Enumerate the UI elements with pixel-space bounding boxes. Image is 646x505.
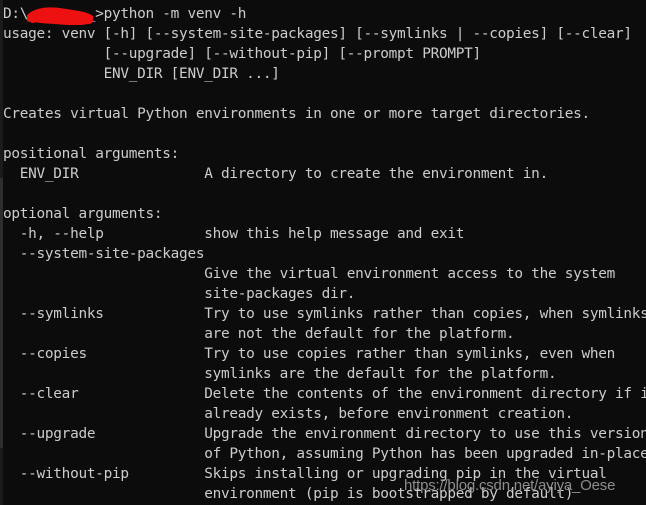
watermark-text: https://blog.csdn.net/ayiya_Oese bbox=[404, 477, 616, 494]
console-output-text: D:\________>python -m venv -h usage: ven… bbox=[3, 6, 646, 502]
scrollbar-thumb[interactable] bbox=[0, 178, 3, 448]
terminal-window[interactable]: D:\________>python -m venv -h usage: ven… bbox=[0, 0, 646, 505]
window-left-edge bbox=[0, 0, 3, 505]
